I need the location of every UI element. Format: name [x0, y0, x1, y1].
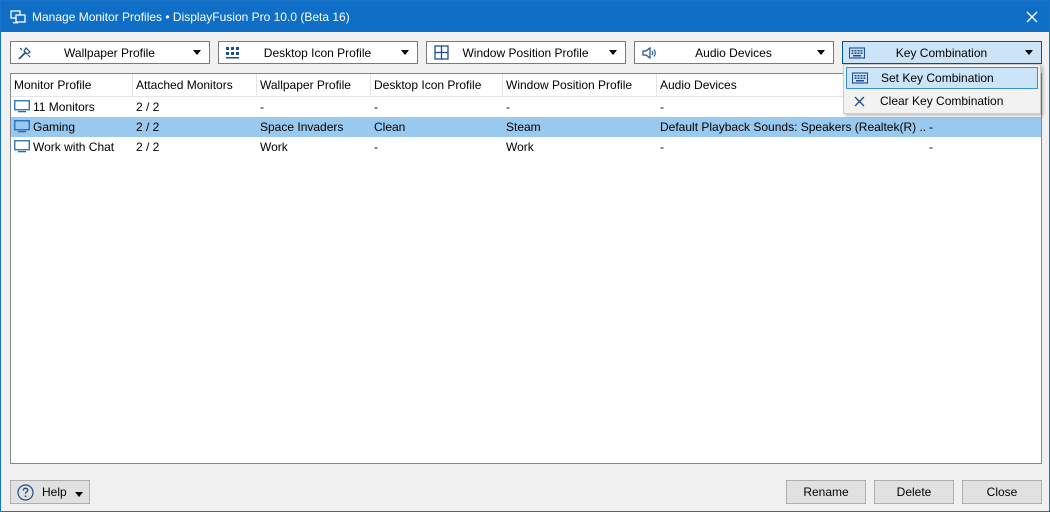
help-icon	[16, 483, 34, 501]
manage-monitor-profiles-window: Manage Monitor Profiles • DisplayFusion …	[0, 0, 1050, 512]
cell-window-position-profile: Work	[506, 140, 534, 154]
chevron-down-icon	[75, 486, 83, 500]
cell-window-position-profile: -	[506, 100, 510, 114]
key-combination-dropdown[interactable]: Key Combination	[842, 41, 1042, 64]
menu-item-label: Set Key Combination	[881, 71, 994, 85]
menu-item-set-key-combination[interactable]: Set Key Combination	[846, 67, 1038, 89]
monitor-icon	[14, 100, 30, 113]
table-row-selected[interactable]: Gaming 2 / 2 Space Invaders Clean Steam …	[11, 117, 1041, 137]
speaker-icon	[640, 45, 658, 61]
desktop-icons-icon	[224, 45, 242, 61]
menu-item-clear-key-combination[interactable]: Clear Key Combination	[846, 90, 1038, 112]
cell-wallpaper-profile: Work	[260, 140, 288, 154]
key-combination-menu: Set Key Combination Clear Key Combinatio…	[843, 64, 1041, 114]
wallpaper-icon	[16, 45, 34, 61]
help-button[interactable]: Help	[10, 480, 90, 504]
cell-audio-devices: -	[660, 140, 664, 154]
keyboard-icon	[848, 67, 872, 89]
column-header-desktop-icon-profile[interactable]: Desktop Icon Profile	[371, 74, 503, 97]
chevron-down-icon	[189, 42, 205, 63]
cell-audio-devices: Default Playback Sounds: Speakers (Realt…	[660, 120, 927, 134]
desktop-icon-profile-dropdown[interactable]: Desktop Icon Profile	[218, 41, 418, 64]
delete-button[interactable]: Delete	[874, 480, 954, 504]
displayfusion-app-icon	[10, 9, 26, 25]
dropdown-label: Window Position Profile	[462, 45, 589, 60]
cell-desktop-icon-profile: -	[374, 140, 378, 154]
cell-key-combination: -	[929, 120, 933, 134]
monitor-icon	[14, 120, 30, 133]
column-header-wallpaper-profile[interactable]: Wallpaper Profile	[257, 74, 371, 97]
cell-attached-monitors: 2 / 2	[136, 120, 160, 134]
dropdown-label: Key Combination	[895, 45, 988, 60]
help-label: Help	[42, 485, 67, 499]
dropdown-label: Wallpaper Profile	[64, 45, 155, 60]
close-icon	[847, 90, 871, 112]
cell-window-position-profile: Steam	[506, 120, 541, 134]
dropdown-label: Audio Devices	[695, 45, 772, 60]
column-header-monitor-profile[interactable]: Monitor Profile	[11, 74, 133, 97]
audio-devices-dropdown[interactable]: Audio Devices	[634, 41, 834, 64]
column-header-attached-monitors[interactable]: Attached Monitors	[133, 74, 257, 97]
cell-wallpaper-profile: -	[260, 100, 264, 114]
wallpaper-profile-dropdown[interactable]: Wallpaper Profile	[10, 41, 210, 64]
window-position-profile-dropdown[interactable]: Window Position Profile	[426, 41, 626, 64]
dropdown-label: Desktop Icon Profile	[263, 45, 372, 60]
cell-wallpaper-profile: Space Invaders	[260, 120, 344, 134]
close-button[interactable]: Close	[962, 480, 1042, 504]
monitor-profiles-list[interactable]: Monitor Profile Attached Monitors Wallpa…	[10, 73, 1042, 464]
cell-attached-monitors: 2 / 2	[136, 140, 160, 154]
window-title: Manage Monitor Profiles • DisplayFusion …	[32, 9, 350, 24]
chevron-down-icon	[605, 42, 621, 63]
profile-name: Gaming	[33, 120, 76, 134]
table-row[interactable]: Work with Chat 2 / 2 Work - Work - -	[11, 137, 1041, 157]
cell-attached-monitors: 2 / 2	[136, 100, 160, 114]
monitor-icon	[14, 140, 30, 153]
menu-item-label: Clear Key Combination	[880, 94, 1004, 108]
chevron-down-icon	[813, 42, 829, 63]
window-close-button[interactable]	[1015, 1, 1049, 32]
profile-name: 11 Monitors	[33, 100, 95, 114]
cell-monitor-profile: Work with Chat	[11, 137, 133, 157]
window-position-icon	[432, 45, 450, 61]
cell-monitor-profile: 11 Monitors	[11, 97, 133, 117]
profile-name: Work with Chat	[33, 140, 115, 154]
cell-monitor-profile: Gaming	[11, 117, 133, 137]
column-header-window-position-profile[interactable]: Window Position Profile	[503, 74, 657, 97]
cell-desktop-icon-profile: Clean	[374, 120, 406, 134]
keyboard-icon	[848, 45, 866, 61]
rename-button[interactable]: Rename	[786, 480, 866, 504]
chevron-down-icon	[397, 42, 413, 63]
close-icon	[1026, 11, 1038, 22]
cell-key-combination: -	[929, 140, 933, 154]
chevron-down-icon	[1021, 42, 1037, 63]
title-bar: Manage Monitor Profiles • DisplayFusion …	[1, 1, 1049, 32]
cell-desktop-icon-profile: -	[374, 100, 378, 114]
